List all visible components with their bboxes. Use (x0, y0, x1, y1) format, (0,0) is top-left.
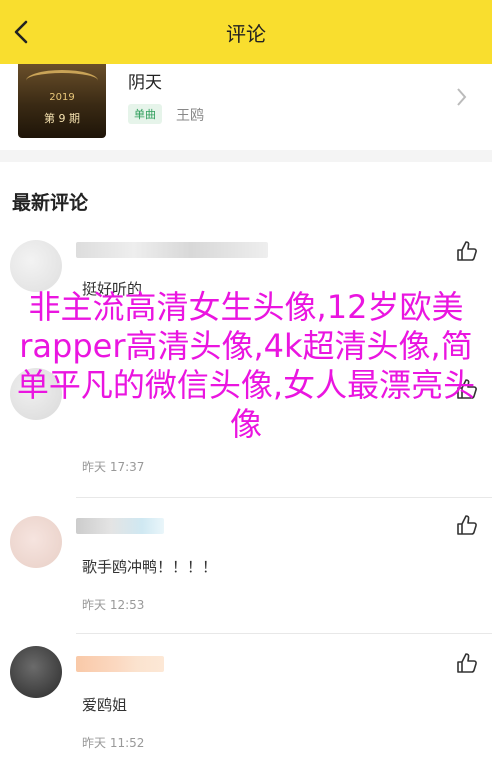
single-tag: 单曲 (128, 104, 162, 124)
thumbs-up-icon[interactable] (456, 652, 478, 674)
song-title: 阴天 (128, 73, 162, 93)
comment-text: 爱鸥姐 (82, 696, 128, 714)
divider (76, 633, 492, 634)
page-title: 评论 (226, 22, 266, 46)
username-blurred[interactable] (76, 518, 164, 534)
section-separator (0, 150, 492, 162)
thumbs-up-icon[interactable] (456, 240, 478, 262)
album-cover: 2019 第 9 期 (18, 64, 106, 138)
avatar[interactable] (10, 646, 62, 698)
comment-time: 昨天 12:53 (82, 598, 145, 612)
comment-time: 昨天 11:52 (82, 736, 145, 750)
overlay-caption: 非主流高清女生头像,12岁欧美rapper高清头像,4k超清头像,简单平凡的微信… (16, 288, 476, 443)
top-bar: 评论 (0, 0, 492, 64)
thumbs-up-icon[interactable] (456, 514, 478, 536)
username-blurred[interactable] (76, 656, 164, 672)
chevron-right-icon[interactable] (454, 84, 470, 110)
divider (76, 497, 492, 498)
comment-time: 昨天 17:37 (82, 460, 145, 474)
avatar[interactable] (10, 240, 62, 292)
cover-episode: 第 9 期 (44, 112, 80, 125)
comment-text: 歌手鸥冲鸭！！！！ (82, 558, 218, 576)
avatar[interactable] (10, 516, 62, 568)
username-blurred[interactable] (76, 242, 268, 258)
section-title: 最新评论 (12, 192, 89, 214)
cover-year: 2019 (49, 92, 75, 103)
song-card[interactable]: 2019 第 9 期 阴天 单曲 王鸥 (0, 64, 492, 150)
artist-name: 王鸥 (176, 108, 204, 124)
